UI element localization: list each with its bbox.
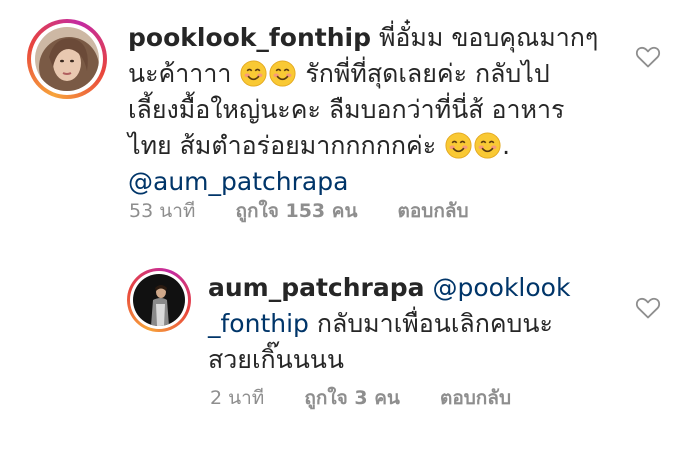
- comment-body-line: พี่อั๋มม ขอบคุณมากๆ: [378, 23, 599, 52]
- smiling-face-icon: [474, 132, 501, 159]
- comment-text: pooklook_fonthip พี่อั๋มม ขอบคุณมากๆ นะค…: [128, 20, 598, 200]
- mention-link[interactable]: @pooklook: [432, 273, 570, 302]
- mention-link[interactable]: _fonthip: [208, 309, 309, 338]
- comment-body-line: นะค้าาาา: [128, 59, 232, 88]
- comment-body-line: สวยเกิ๊นนนน: [208, 345, 344, 374]
- comment-meta: 2 นาที ถูกใจ 3 คน ตอบกลับ: [210, 383, 511, 413]
- comment-2: aum_patchrapa @pooklook _fonthip กลับมาเ…: [0, 250, 700, 449]
- mention-link[interactable]: @aum_patchrapa: [128, 167, 348, 196]
- likes-count[interactable]: ถูกใจ 153 คน: [235, 200, 357, 222]
- avatar[interactable]: [35, 27, 99, 91]
- comment-body-line: เลี้ยงมื้อใหญ่นะคะ ลืมบอกว่าที่นี่ส้ อาห…: [128, 95, 565, 124]
- comment-text: aum_patchrapa @pooklook _fonthip กลับมาเ…: [208, 270, 628, 378]
- smiling-face-icon: [445, 132, 472, 159]
- comment-body-line: ไทย ส้มตำอร่อยมากกกกกค่ะ: [128, 131, 437, 160]
- likes-count[interactable]: ถูกใจ 3 คน: [304, 387, 400, 409]
- comment-body-line: กลับมาเพื่อนเลิกคบนะ: [316, 309, 553, 338]
- reply-button[interactable]: ตอบกลับ: [398, 200, 469, 222]
- avatar-ring[interactable]: [27, 19, 107, 99]
- smiling-face-icon: [240, 60, 267, 87]
- username[interactable]: aum_patchrapa: [208, 273, 425, 302]
- username[interactable]: pooklook_fonthip: [128, 23, 371, 52]
- comment-body-line: รักพี่ที่สุดเลยค่ะ กลับไป: [305, 59, 550, 88]
- comment-body-line: .: [502, 131, 511, 160]
- timestamp: 53 นาที: [129, 200, 196, 222]
- comment-meta: 53 นาที ถูกใจ 153 คน ตอบกลับ: [129, 196, 469, 226]
- heart-icon[interactable]: [635, 296, 661, 320]
- timestamp: 2 นาที: [210, 387, 265, 409]
- smiling-face-icon: [269, 60, 296, 87]
- comment-1: pooklook_fonthip พี่อั๋มม ขอบคุณมากๆ นะค…: [0, 0, 700, 240]
- avatar-ring[interactable]: [127, 268, 191, 332]
- avatar[interactable]: [133, 274, 185, 326]
- heart-icon[interactable]: [635, 45, 661, 69]
- reply-button[interactable]: ตอบกลับ: [440, 387, 511, 409]
